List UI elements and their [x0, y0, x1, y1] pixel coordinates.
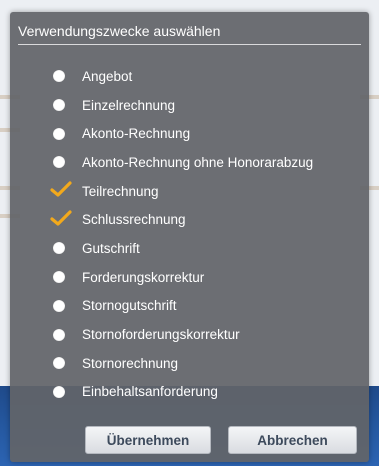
- radio-circle-icon[interactable]: [53, 127, 65, 140]
- purpose-option-label: Einbehaltsanforderung: [82, 384, 218, 400]
- radio-circle-icon[interactable]: [53, 99, 65, 112]
- purpose-option[interactable]: Einzelrechnung: [50, 91, 361, 120]
- purpose-option[interactable]: Schlussrechnung: [50, 205, 361, 234]
- purpose-option[interactable]: Akonto-Rechnung: [50, 119, 361, 148]
- purpose-option-label: Angebot: [82, 68, 133, 84]
- purpose-option-label: Einzelrechnung: [82, 97, 176, 113]
- radio-circle-icon[interactable]: [53, 271, 65, 284]
- purpose-option[interactable]: Einbehaltsanforderung: [50, 378, 361, 407]
- purpose-option-label: Teilrechnung: [82, 183, 159, 199]
- purpose-option[interactable]: Stornoforderungskorrektur: [50, 320, 361, 349]
- radio-circle-icon[interactable]: [53, 357, 65, 370]
- purpose-option[interactable]: Akonto-Rechnung ohne Honorarabzug: [50, 148, 361, 177]
- purpose-option[interactable]: Forderungskorrektur: [50, 263, 361, 292]
- purpose-option[interactable]: Stornogutschrift: [50, 292, 361, 321]
- purpose-option-label: Akonto-Rechnung ohne Honorarabzug: [82, 154, 314, 170]
- purpose-option-label: Stornoforderungskorrektur: [82, 327, 240, 343]
- purpose-option-label: Schlussrechnung: [82, 212, 186, 228]
- purpose-option-label: Akonto-Rechnung: [82, 126, 191, 142]
- cancel-button[interactable]: Abbrechen: [228, 426, 357, 454]
- radio-circle-icon[interactable]: [53, 385, 65, 398]
- purpose-selection-dialog: Verwendungszwecke auswählen Angebot Einze…: [10, 12, 369, 462]
- radio-circle-icon[interactable]: [53, 242, 65, 255]
- purpose-option[interactable]: Gutschrift: [50, 234, 361, 263]
- purpose-option[interactable]: Angebot: [50, 62, 361, 91]
- purpose-option[interactable]: Stornorechnung: [50, 349, 361, 378]
- radio-circle-icon[interactable]: [53, 156, 65, 169]
- radio-circle-icon[interactable]: [53, 328, 65, 341]
- checkmark-icon[interactable]: [50, 181, 72, 197]
- dialog-title: Verwendungszwecke auswählen: [18, 20, 361, 45]
- apply-button[interactable]: Übernehmen: [85, 426, 211, 454]
- checkmark-icon[interactable]: [50, 210, 72, 226]
- radio-circle-icon[interactable]: [53, 299, 65, 312]
- purpose-options-list: Angebot Einzelrechnung Akonto-Rechnung Akon…: [50, 62, 361, 406]
- purpose-option-label: Forderungskorrektur: [82, 269, 205, 285]
- radio-circle-icon[interactable]: [53, 70, 65, 83]
- purpose-option-label: Gutschrift: [82, 240, 140, 256]
- purpose-option[interactable]: Teilrechnung: [50, 177, 361, 206]
- purpose-option-label: Stornogutschrift: [82, 298, 177, 314]
- purpose-option-label: Stornorechnung: [82, 355, 179, 371]
